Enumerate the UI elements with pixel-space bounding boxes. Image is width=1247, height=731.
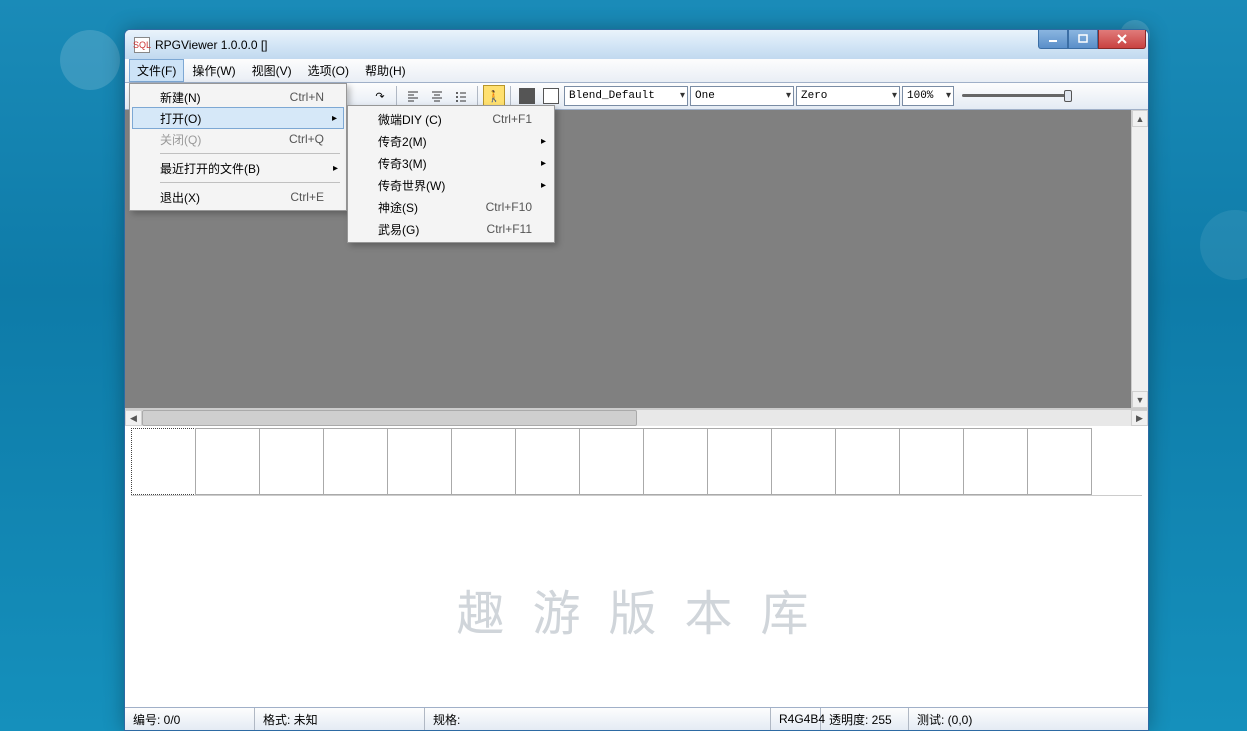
- frame-cell[interactable]: [899, 428, 964, 495]
- watermark-text: 趣 游 版 本 库: [456, 574, 816, 644]
- blend-dst-select[interactable]: Zero: [796, 86, 900, 106]
- scroll-left-icon[interactable]: ◀: [125, 410, 142, 426]
- blend-mode-select[interactable]: Blend_Default: [564, 86, 688, 106]
- frame-cell[interactable]: [707, 428, 772, 495]
- menu-file[interactable]: 文件(F): [129, 59, 184, 82]
- menu-item-new[interactable]: 新建(N)Ctrl+N: [132, 86, 344, 108]
- frame-cell[interactable]: [451, 428, 516, 495]
- frame-strip: [131, 428, 1142, 496]
- redo-icon[interactable]: ↷: [369, 85, 391, 107]
- scroll-right-icon[interactable]: ▶: [1131, 410, 1148, 426]
- scroll-down-icon[interactable]: ▼: [1132, 391, 1148, 408]
- opacity-slider[interactable]: [962, 89, 1072, 103]
- statusbar: 编号: 0/0 格式: 未知 规格: R4G4B4 透明度: 255 测试: (…: [125, 707, 1148, 730]
- app-window: SQL RPGViewer 1.0.0.0 [] 文件(F) 操作(W) 视图(…: [124, 29, 1149, 731]
- status-test: 测试: (0,0): [909, 708, 1148, 730]
- menu-item-exit[interactable]: 退出(X)Ctrl+E: [132, 186, 344, 208]
- align-center-icon[interactable]: [426, 85, 448, 107]
- submenu-item-shentu[interactable]: 神途(S)Ctrl+F10: [350, 196, 552, 218]
- frame-cell[interactable]: [643, 428, 708, 495]
- frame-cell[interactable]: [1027, 428, 1092, 495]
- app-icon: SQL: [134, 37, 150, 53]
- frame-cell[interactable]: [963, 428, 1028, 495]
- list-icon[interactable]: [450, 85, 472, 107]
- submenu-item-wuyi[interactable]: 武易(G)Ctrl+F11: [350, 218, 552, 240]
- fgcolor-swatch[interactable]: [540, 85, 562, 107]
- frame-cell[interactable]: [835, 428, 900, 495]
- h-scroll-thumb[interactable]: [142, 410, 637, 426]
- scroll-up-icon[interactable]: ▲: [1132, 110, 1148, 127]
- close-button[interactable]: [1098, 30, 1146, 49]
- walker-icon[interactable]: 🚶: [483, 85, 505, 107]
- file-menu-dropdown: 新建(N)Ctrl+N 打开(O) 关闭(Q)Ctrl+Q 最近打开的文件(B)…: [129, 83, 347, 211]
- status-format: 格式: 未知: [255, 708, 425, 730]
- lower-panel: 趣 游 版 本 库: [125, 496, 1148, 707]
- menu-item-recent[interactable]: 最近打开的文件(B): [132, 157, 344, 179]
- frame-cell[interactable]: [515, 428, 580, 495]
- menu-view[interactable]: 视图(V): [244, 59, 300, 82]
- status-index: 编号: 0/0: [125, 708, 255, 730]
- status-spec: 规格:: [425, 708, 771, 730]
- zoom-select[interactable]: 100%: [902, 86, 954, 106]
- maximize-button[interactable]: [1068, 30, 1098, 49]
- submenu-item-cqsj[interactable]: 传奇世界(W): [350, 174, 552, 196]
- vertical-scrollbar[interactable]: ▲ ▼: [1131, 110, 1148, 408]
- minimize-button[interactable]: [1038, 30, 1068, 49]
- menu-item-open[interactable]: 打开(O): [132, 107, 344, 129]
- window-title: RPGViewer 1.0.0.0 []: [155, 38, 268, 52]
- frame-cell[interactable]: [579, 428, 644, 495]
- menu-help[interactable]: 帮助(H): [357, 59, 414, 82]
- frame-cell[interactable]: [387, 428, 452, 495]
- menu-item-close: 关闭(Q)Ctrl+Q: [132, 128, 344, 150]
- submenu-item-cq3[interactable]: 传奇3(M): [350, 152, 552, 174]
- bgcolor-swatch[interactable]: [516, 85, 538, 107]
- status-pixfmt: R4G4B4: [771, 708, 821, 730]
- submenu-item-diy[interactable]: 微端DIY (C)Ctrl+F1: [350, 108, 552, 130]
- submenu-item-cq2[interactable]: 传奇2(M): [350, 130, 552, 152]
- menu-operate[interactable]: 操作(W): [184, 59, 243, 82]
- frame-cell[interactable]: [195, 428, 260, 495]
- status-alpha: 透明度: 255: [821, 708, 909, 730]
- frame-cell[interactable]: [259, 428, 324, 495]
- frame-cell[interactable]: [771, 428, 836, 495]
- frame-cell[interactable]: [323, 428, 388, 495]
- frame-cell[interactable]: [131, 428, 196, 495]
- titlebar[interactable]: SQL RPGViewer 1.0.0.0 []: [125, 30, 1148, 59]
- horizontal-scrollbar[interactable]: ◀ ▶: [125, 409, 1148, 426]
- blend-src-select[interactable]: One: [690, 86, 794, 106]
- open-submenu-dropdown: 微端DIY (C)Ctrl+F1 传奇2(M) 传奇3(M) 传奇世界(W) 神…: [347, 105, 555, 243]
- menubar: 文件(F) 操作(W) 视图(V) 选项(O) 帮助(H): [125, 59, 1148, 83]
- align-left-icon[interactable]: [402, 85, 424, 107]
- menu-options[interactable]: 选项(O): [300, 59, 357, 82]
